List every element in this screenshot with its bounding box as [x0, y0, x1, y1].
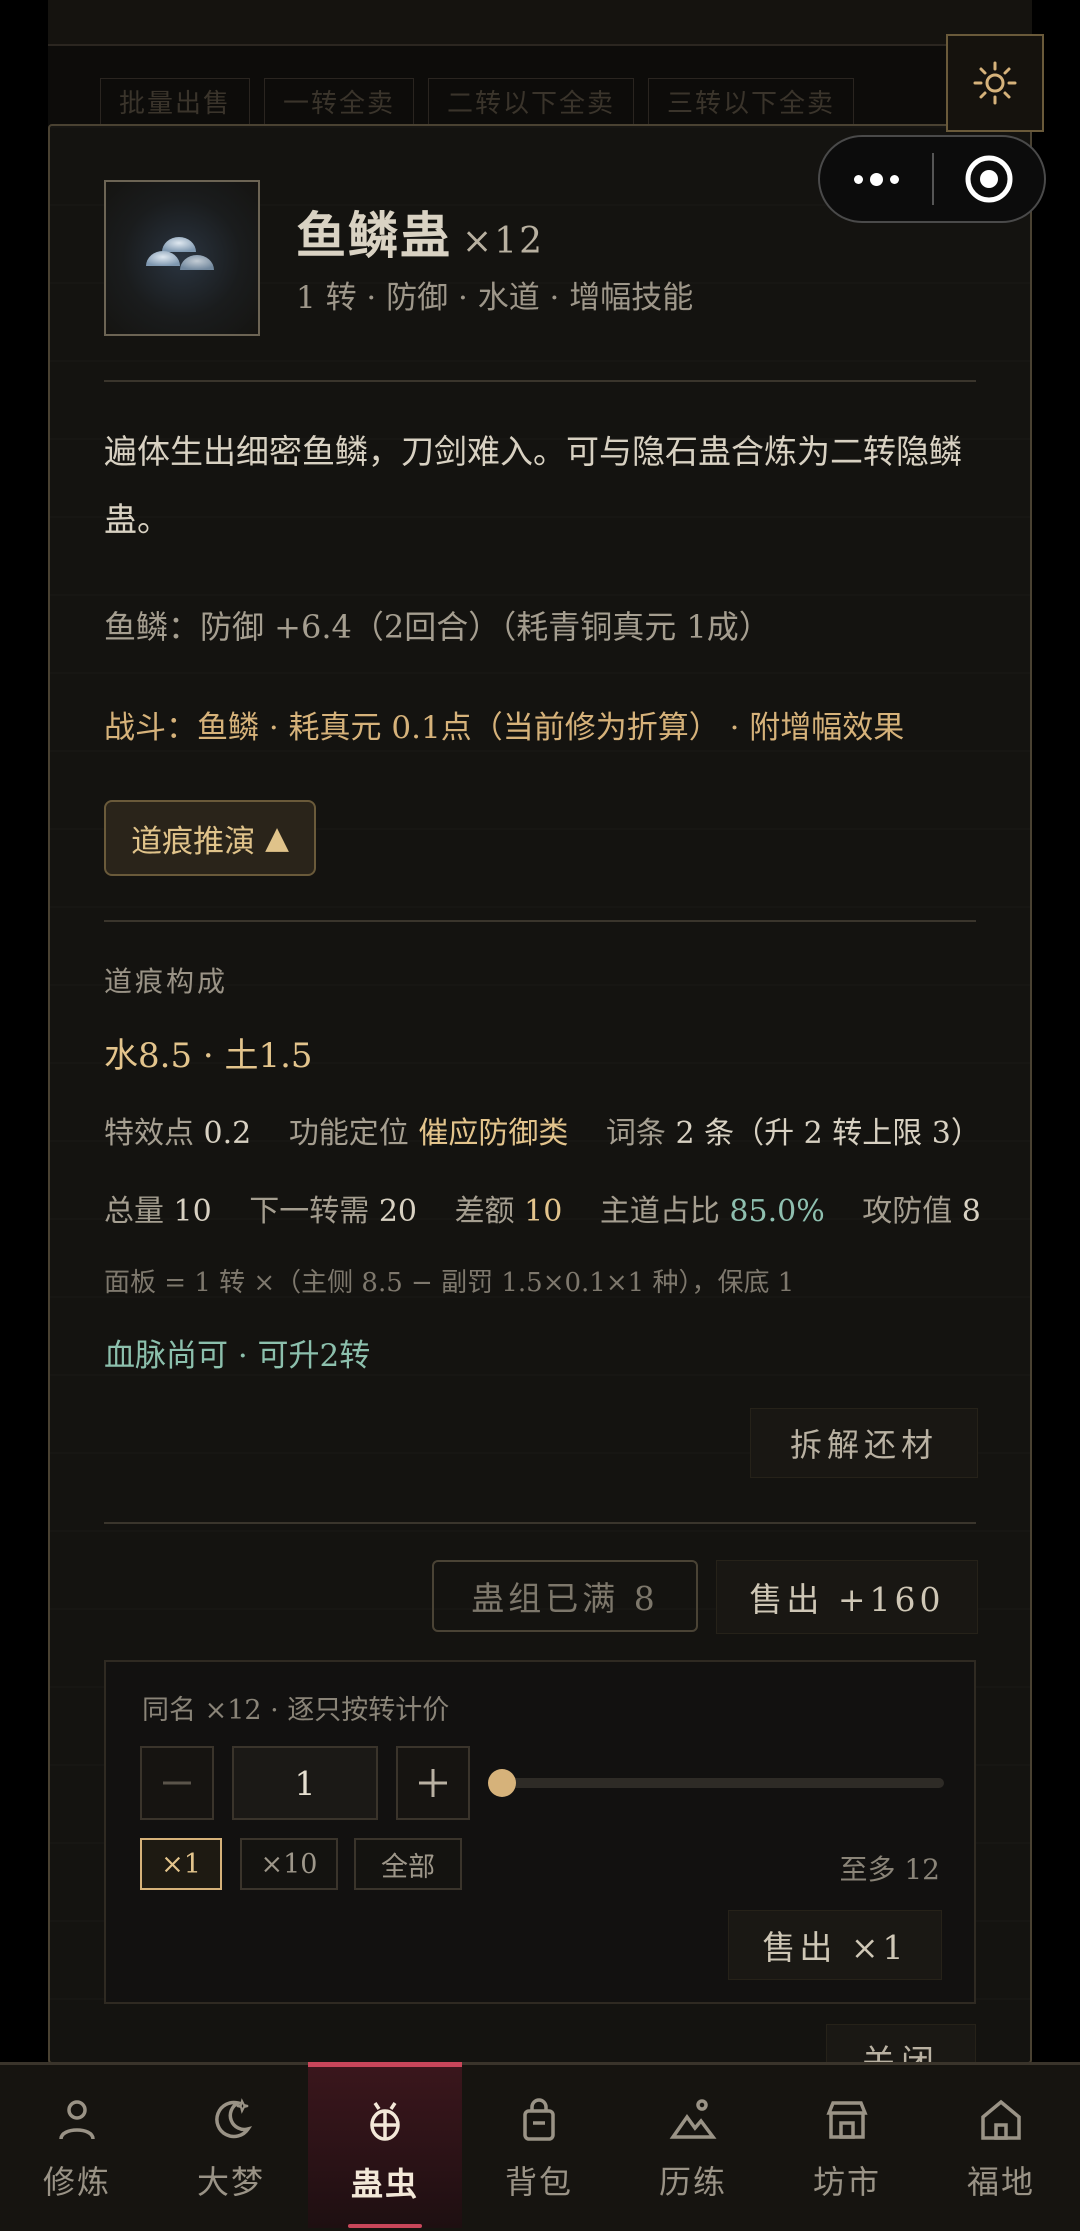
plus-icon	[419, 1769, 447, 1797]
batch-tab: 一转全卖	[264, 78, 415, 125]
stat-label: 攻防值	[862, 1194, 953, 1229]
batch-tab: 批量出售	[100, 78, 251, 125]
dao-section-label: 道痕构成	[104, 965, 229, 998]
item-count: ×12	[462, 221, 544, 262]
more-button[interactable]	[820, 172, 932, 186]
tab-label: 历练	[658, 2163, 727, 2201]
item-name: 鱼鳞蛊 ×12	[296, 196, 544, 268]
triangle-up-icon: ▲	[265, 820, 289, 856]
dismantle-button[interactable]: 拆解还材	[750, 1408, 978, 1478]
chip-x10[interactable]: ×10	[240, 1838, 338, 1890]
stat-label: 总量	[104, 1194, 164, 1229]
sell-quantity-box: 同名 ×12 · 逐只按转计价 1 ×1 ×10 全部 至多 12 售出 ×1	[104, 1660, 976, 2004]
dao-stats-row-1: 特效点 0.2 功能定位 催应防御类 词条 2 条（升 2 转上限 3）	[104, 1108, 1009, 1152]
stat-label: 差额	[454, 1194, 515, 1229]
tab-label: 福地	[966, 2163, 1035, 2201]
chip-x1[interactable]: ×1	[140, 1838, 222, 1890]
stat-value: 20	[378, 1194, 418, 1229]
item-effect: 鱼鳞：防御 +6.4（2回合）（耗青铜真元 1成）	[104, 608, 771, 646]
bloodline-status: 血脉尚可 · 可升2转	[104, 1338, 371, 1374]
tab-market[interactable]: 坊市	[770, 2065, 924, 2231]
dao-elements: 水8.5 · 土1.5	[104, 1036, 313, 1076]
item-battle-effect: 战斗：鱼鳞 · 耗真元 0.1点（当前修为折算） · 附增幅效果	[104, 710, 905, 746]
stat-value: 85.0%	[729, 1194, 825, 1229]
chip-all[interactable]: 全部	[354, 1838, 462, 1890]
person-icon	[59, 2100, 95, 2140]
quantity-input[interactable]: 1	[232, 1746, 378, 1820]
home-icon	[981, 2099, 1021, 2140]
stat-value: 0.2	[203, 1116, 252, 1151]
bug-icon	[370, 2102, 400, 2141]
bag-icon	[523, 2098, 555, 2141]
tab-label: 坊市	[812, 2163, 881, 2201]
tab-gu[interactable]: 蛊虫	[308, 2062, 462, 2228]
sell-button[interactable]: 售出 +160	[716, 1560, 978, 1634]
item-thumbnail	[104, 180, 260, 336]
stat-label: 功能定位	[288, 1116, 409, 1151]
miniprogram-capsule	[818, 135, 1046, 223]
minus-icon	[163, 1781, 191, 1785]
stat-value: 催应防御类	[418, 1116, 569, 1151]
more-dot-icon	[853, 174, 863, 184]
slider-handle[interactable]	[488, 1769, 516, 1797]
item-name-text: 鱼鳞蛊	[296, 206, 452, 265]
stat-label: 下一转需	[249, 1194, 370, 1229]
tab-training[interactable]: 历练	[616, 2065, 770, 2231]
tab-cultivate[interactable]: 修炼	[0, 2065, 154, 2231]
decrement-button[interactable]	[140, 1746, 214, 1820]
mountain-icon	[669, 2099, 717, 2139]
increment-button[interactable]	[396, 1746, 470, 1820]
shop-icon	[826, 2101, 868, 2139]
batch-tab: 三转以下全卖	[648, 78, 855, 125]
divider	[104, 380, 976, 382]
group-full-button[interactable]: 蛊组已满 8	[432, 1560, 698, 1632]
background-header	[48, 0, 1032, 46]
dao-deduction-toggle-button[interactable]: 道痕推演 ▲	[104, 800, 316, 876]
target-icon	[965, 155, 1013, 203]
settings-button[interactable]	[946, 34, 1044, 132]
quantity-slider[interactable]	[498, 1778, 944, 1788]
stat-value: 2 条（升 2 转上限 3）	[675, 1116, 981, 1151]
bottom-tab-bar: 修炼 大梦 蛊虫 背包 历练 坊市 福地	[0, 2062, 1080, 2231]
sell-hint: 同名 ×12 · 逐只按转计价	[142, 1695, 450, 1726]
more-dot-icon	[869, 172, 883, 186]
background-batch-tabs: 批量出售 一转全卖 二转以下全卖 三转以下全卖	[100, 78, 855, 125]
stat-value: 8	[961, 1194, 981, 1229]
stat-value: 10	[173, 1194, 212, 1229]
fish-scale-icon	[146, 237, 214, 270]
tab-label: 蛊虫	[350, 2165, 419, 2203]
tab-bag[interactable]: 背包	[462, 2065, 616, 2231]
dao-stats-row-2: 总量 10 下一转需 20 差额 10 主道占比 85.0% 攻防值 8	[104, 1186, 1009, 1230]
tab-blessed-land[interactable]: 福地	[924, 2065, 1078, 2231]
item-description: 遍体生出细密鱼鳞，刀剑难入。可与隐石蛊合炼为二转隐鳞蛊。	[104, 432, 962, 539]
moon-icon	[215, 2098, 253, 2139]
tab-dream[interactable]: 大梦	[154, 2065, 308, 2231]
close-miniprogram-button[interactable]	[934, 154, 1044, 204]
tab-label: 修炼	[42, 2163, 111, 2201]
divider	[104, 920, 976, 922]
item-subtitle: 1 转 · 防御 · 水道 · 增幅技能	[296, 280, 694, 316]
stat-label: 主道占比	[599, 1194, 720, 1229]
more-dot-icon	[889, 174, 899, 184]
divider	[104, 1522, 976, 1524]
tab-label: 背包	[504, 2163, 573, 2201]
batch-tab: 二转以下全卖	[428, 78, 635, 125]
tab-label: 大梦	[196, 2163, 265, 2201]
stat-label: 词条	[605, 1116, 666, 1151]
sun-icon	[973, 61, 1017, 105]
stat-value: 10	[524, 1194, 563, 1229]
max-quantity: 至多 12	[839, 1853, 940, 1886]
sell-quantity-button[interactable]: 售出 ×1	[728, 1910, 942, 1980]
stat-label: 特效点	[104, 1116, 194, 1151]
toggle-label: 道痕推演	[131, 823, 256, 860]
panel-formula: 面板 = 1 转 ×（主侧 8.5 − 副罚 1.5×0.1×1 种），保底 1	[104, 1268, 795, 1298]
